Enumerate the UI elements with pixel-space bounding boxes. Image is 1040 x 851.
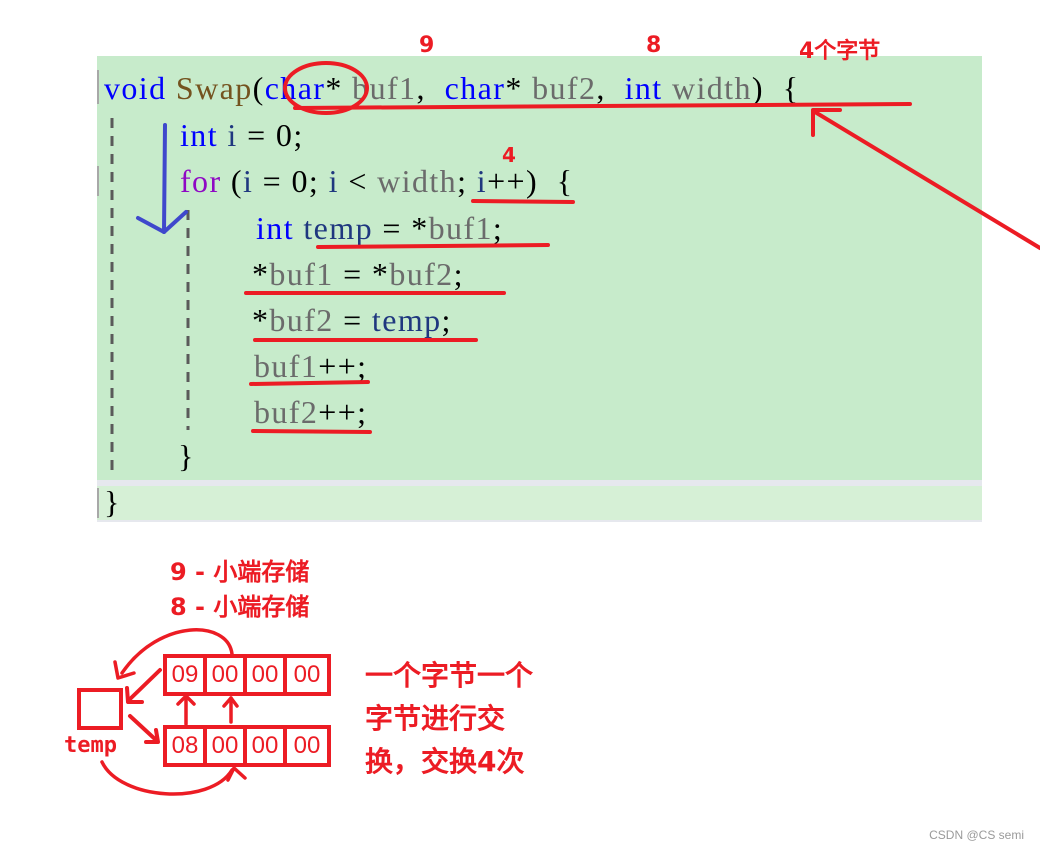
code-token: void — [104, 70, 167, 106]
temp-label: temp — [64, 733, 117, 758]
line-change-marker — [97, 488, 99, 518]
code-token: char — [264, 70, 326, 106]
code-token: = * — [372, 210, 429, 246]
buf1-value-label: 9 — [419, 33, 435, 58]
code-token: = — [333, 302, 372, 338]
code-token: ; — [441, 302, 452, 338]
code-token: width — [377, 163, 458, 199]
code-token: buf2 — [389, 256, 454, 292]
code-line-buf2-inc: buf2++; — [254, 392, 367, 432]
code-token: ++) { — [487, 163, 574, 199]
code-line-buf2-assign: *buf2 = temp; — [252, 300, 452, 340]
buf2-to-buf1-arrow-2-icon — [222, 696, 239, 724]
code-token: i — [328, 163, 339, 199]
code-line-temp: int temp = *buf1; — [256, 208, 503, 248]
code-token: = 0; — [253, 163, 329, 199]
code-line-for: for (i = 0; i < width; i++) { — [180, 161, 574, 201]
code-line-for-close: } — [178, 436, 195, 476]
code-line-int-i: int i = 0; — [180, 115, 304, 155]
code-token: ( — [221, 163, 243, 199]
code-token: * — [505, 70, 533, 106]
code-last-line-highlight — [97, 486, 982, 520]
code-token: buf1 — [428, 210, 493, 246]
line-change-marker — [97, 166, 99, 196]
code-token: for — [180, 163, 222, 199]
line-change-marker — [97, 70, 99, 104]
code-line-func-close: } — [104, 482, 121, 522]
code-token: buf2 — [269, 302, 334, 338]
code-token: i — [227, 117, 238, 153]
code-token: width — [671, 70, 752, 106]
code-token: temp — [303, 210, 373, 246]
temp-variable-box — [77, 688, 123, 730]
code-token: ++; — [318, 348, 368, 384]
explanation-line-1: 一个字节一个 — [365, 659, 534, 692]
code-token: = 0; — [237, 117, 304, 153]
code-token: , — [596, 70, 625, 106]
storage-note-8: 8 - 小端存储 — [170, 593, 310, 621]
width-bytes-label: 4个字节 — [799, 39, 881, 64]
code-token: * — [252, 302, 270, 338]
buf1-to-temp-arrow-icon — [125, 668, 162, 704]
buf1-byte: 00 — [293, 661, 321, 688]
buf2-byte: 00 — [293, 732, 321, 759]
code-token: , — [416, 70, 445, 106]
code-token: i — [476, 163, 488, 199]
buf2-to-buf1-arrow-1-icon — [176, 694, 196, 726]
code-token: buf1 — [352, 70, 417, 106]
buf1-byte: 00 — [247, 658, 287, 692]
code-token: ( — [252, 70, 265, 106]
code-token: buf1 — [254, 348, 319, 384]
buf1-memory-row: 09 00 00 00 — [163, 654, 331, 696]
code-token: ; — [453, 256, 464, 292]
watermark: CSDN @CS semi — [929, 828, 1024, 842]
code-token: char — [444, 70, 506, 106]
code-token: buf2 — [532, 70, 597, 106]
code-token: } — [104, 484, 121, 520]
code-token: ++; — [318, 394, 368, 430]
buf2-value-label: 8 — [646, 33, 662, 58]
code-token: Swap — [175, 70, 253, 106]
code-token: buf1 — [269, 256, 334, 292]
code-token: buf2 — [254, 394, 319, 430]
code-token: int — [256, 210, 294, 246]
code-token: = * — [333, 256, 390, 292]
code-token: i — [242, 163, 254, 199]
code-token: ; — [457, 163, 477, 199]
code-line-buf1-assign: *buf1 = *buf2; — [252, 254, 464, 294]
code-line-buf1-inc: buf1++; — [254, 346, 367, 386]
temp-to-buf2-arrow-icon — [128, 714, 160, 744]
code-token: temp — [371, 302, 442, 338]
code-token: ) { — [751, 70, 800, 106]
storage-note-9: 9 - 小端存储 — [170, 558, 310, 586]
buf2-byte: 00 — [207, 729, 247, 763]
code-token: ; — [492, 210, 504, 246]
buf2-byte: 08 — [167, 729, 207, 763]
code-token: int — [624, 70, 663, 106]
explanation-line-2: 字节进行交 — [365, 702, 506, 735]
buf1-byte: 09 — [167, 658, 207, 692]
width-value-label: 4 — [502, 143, 516, 167]
explanation-line-3: 换，交换4次 — [365, 745, 525, 778]
code-token: * — [252, 256, 270, 292]
code-token: < — [338, 163, 378, 199]
code-token: * — [325, 70, 353, 106]
code-line-signature: void Swap(char* buf1, char* buf2, int wi… — [104, 68, 800, 108]
code-token: int — [180, 117, 218, 153]
code-token: } — [178, 438, 195, 474]
buf2-memory-row: 08 00 00 00 — [163, 725, 331, 767]
code-panel-bottom-border — [97, 520, 982, 522]
buf2-byte: 00 — [247, 729, 287, 763]
buf1-byte: 00 — [207, 658, 247, 692]
